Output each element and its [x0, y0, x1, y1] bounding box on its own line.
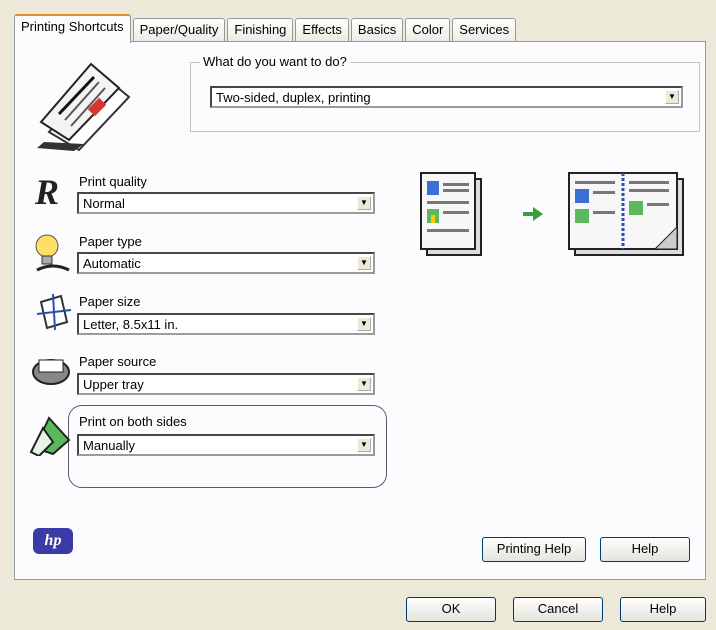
paper-type-label: Paper type: [79, 234, 142, 249]
tab-effects[interactable]: Effects: [295, 18, 349, 41]
what-to-do-dropdown[interactable]: Two-sided, duplex, printing ▼: [210, 86, 683, 108]
hp-logo: hp: [33, 528, 73, 554]
tab-paper-quality[interactable]: Paper/Quality: [132, 18, 226, 41]
paper-size-value: Letter, 8.5x11 in.: [83, 317, 179, 332]
tab-color[interactable]: Color: [405, 18, 451, 41]
chevron-down-icon[interactable]: ▼: [357, 377, 371, 391]
print-both-sides-dropdown[interactable]: Manually ▼: [77, 434, 375, 456]
cancel-button[interactable]: Cancel: [513, 597, 603, 622]
paper-type-dropdown[interactable]: Automatic ▼: [77, 252, 375, 274]
paper-size-label: Paper size: [79, 294, 141, 309]
print-both-sides-icon: [29, 416, 71, 456]
documents-icon: [37, 62, 131, 152]
ok-button[interactable]: OK: [406, 597, 496, 622]
svg-text:R: R: [34, 172, 59, 210]
tab-basics[interactable]: Basics: [350, 18, 404, 41]
print-quality-value: Normal: [83, 196, 125, 211]
paper-size-icon: [36, 293, 72, 331]
tab-printing-shortcuts[interactable]: Printing Shortcuts: [14, 14, 131, 43]
print-quality-dropdown[interactable]: Normal ▼: [77, 192, 375, 214]
what-to-do-value: Two-sided, duplex, printing: [216, 90, 371, 105]
printing-help-button[interactable]: Printing Help: [482, 537, 586, 562]
print-quality-label: Print quality: [79, 174, 147, 189]
duplex-preview-icon: [420, 172, 684, 256]
chevron-down-icon[interactable]: ▼: [357, 317, 371, 331]
panel-help-button[interactable]: Help: [600, 537, 690, 562]
tab-panel: What do you want to do? Two-sided, duple…: [14, 41, 706, 580]
print-both-sides-value: Manually: [83, 438, 136, 453]
dialog-help-button[interactable]: Help: [620, 597, 706, 622]
chevron-down-icon[interactable]: ▼: [357, 256, 371, 270]
paper-source-dropdown[interactable]: Upper tray ▼: [77, 373, 375, 395]
paper-size-dropdown[interactable]: Letter, 8.5x11 in. ▼: [77, 313, 375, 335]
tab-finishing[interactable]: Finishing: [227, 18, 294, 41]
chevron-down-icon[interactable]: ▼: [357, 196, 371, 210]
tab-bar: Printing Shortcuts Paper/Quality Finishi…: [14, 14, 518, 43]
paper-type-icon: [35, 234, 70, 272]
paper-source-label: Paper source: [79, 354, 157, 369]
chevron-down-icon[interactable]: ▼: [665, 90, 679, 104]
what-to-do-title: What do you want to do?: [200, 54, 350, 69]
paper-source-value: Upper tray: [83, 377, 144, 392]
tab-services[interactable]: Services: [452, 18, 517, 41]
chevron-down-icon[interactable]: ▼: [357, 438, 371, 452]
paper-source-icon: [32, 359, 70, 385]
print-both-sides-label: Print on both sides: [79, 414, 187, 429]
paper-type-value: Automatic: [83, 256, 141, 271]
print-quality-icon: R: [34, 172, 59, 210]
